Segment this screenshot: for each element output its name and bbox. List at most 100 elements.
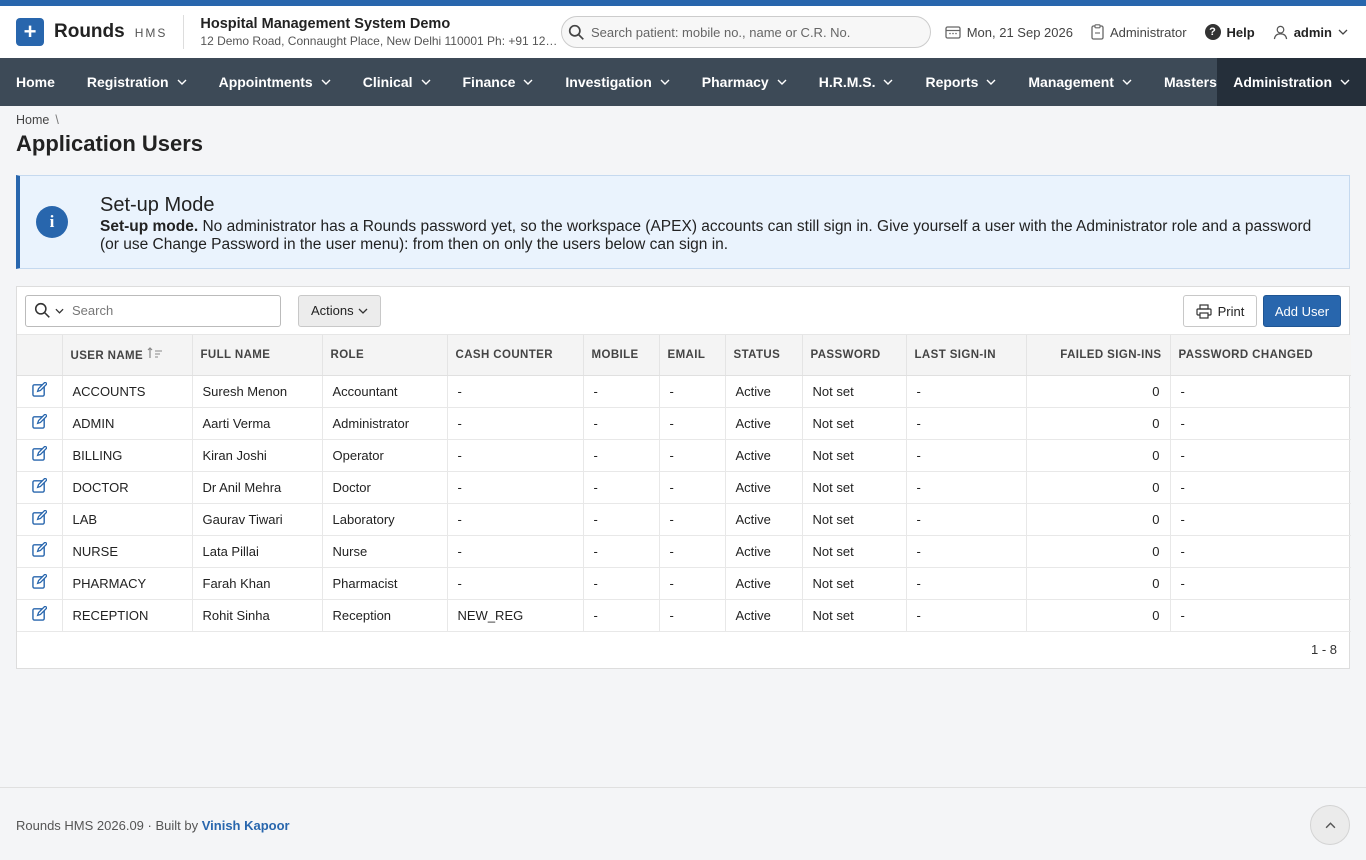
header-divider (183, 15, 185, 49)
cell-cash-counter: NEW_REG (447, 599, 584, 632)
edit-cell[interactable] (17, 471, 63, 504)
cell-cash-counter: - (447, 375, 584, 408)
nav-investigation[interactable]: Investigation (549, 58, 685, 106)
nav-clinical[interactable]: Clinical (347, 58, 447, 106)
edit-icon[interactable] (31, 605, 48, 621)
col-role[interactable]: ROLE (322, 335, 448, 376)
edit-icon[interactable] (31, 509, 48, 525)
nav-reports[interactable]: Reports (909, 58, 1012, 106)
edit-icon[interactable] (31, 445, 48, 461)
edit-icon[interactable] (31, 541, 48, 557)
header-right: Mon, 21 Sep 2026 Administrator ? Help ad… (927, 6, 1348, 58)
col-full-name[interactable]: FULL NAME (192, 335, 323, 376)
nav-home[interactable]: Home (0, 58, 71, 106)
edit-cell[interactable] (17, 439, 63, 472)
col-last-sign-in[interactable]: LAST SIGN-IN (906, 335, 1027, 376)
nav-hrms[interactable]: H.R.M.S. (803, 58, 910, 106)
actions-button[interactable]: Actions (298, 294, 381, 327)
cell-mobile: - (583, 503, 660, 536)
cell-failed-sign-ins: 0 (1026, 599, 1171, 632)
edit-icon[interactable] (31, 477, 48, 493)
col-email[interactable]: EMAIL (659, 335, 726, 376)
cell-email: - (659, 567, 726, 600)
edit-icon[interactable] (31, 573, 48, 589)
cell-user-name: LAB (62, 503, 193, 536)
help-link[interactable]: ? Help (1204, 24, 1255, 40)
footer-text: Rounds HMS 2026.09 · Built by Vinish Kap… (16, 818, 290, 833)
cell-role: Reception (322, 599, 448, 632)
cell-failed-sign-ins: 0 (1026, 375, 1171, 408)
cell-failed-sign-ins: 0 (1026, 407, 1171, 440)
cell-password: Not set (802, 407, 907, 440)
nav-home-label: Home (16, 74, 55, 90)
scroll-to-top-button[interactable] (1310, 805, 1350, 845)
app-logo-icon[interactable]: + (16, 18, 44, 46)
breadcrumb: Home \ (0, 106, 1366, 127)
current-date: Mon, 21 Sep 2026 (966, 24, 1073, 40)
add-user-button[interactable]: Add User (1263, 295, 1341, 327)
edit-cell[interactable] (17, 567, 63, 600)
edit-icon[interactable] (31, 381, 48, 397)
print-label: Print (1217, 303, 1245, 319)
sort-ascending-icon[interactable] (147, 347, 163, 359)
col-cash-counter[interactable]: CASH COUNTER (447, 335, 584, 376)
edit-cell[interactable] (17, 503, 63, 536)
col-status[interactable]: STATUS (725, 335, 803, 376)
cell-password-changed: - (1170, 375, 1351, 408)
alert-body: No administrator has a Rounds password y… (100, 218, 1312, 253)
brand-name[interactable]: Rounds (54, 21, 125, 43)
col-user-name-label: USER NAME (70, 350, 144, 363)
nav-registration-label: Registration (86, 74, 169, 90)
cell-cash-counter: - (447, 535, 584, 568)
edit-cell[interactable] (17, 535, 63, 568)
edit-icon[interactable] (31, 413, 48, 429)
cell-password: Not set (802, 375, 907, 408)
footer-author-link[interactable]: Vinish Kapoor (202, 818, 290, 833)
print-button[interactable]: Print (1183, 295, 1257, 327)
cell-password: Not set (802, 567, 907, 600)
cell-email: - (659, 375, 726, 408)
chevron-down-icon[interactable] (55, 308, 64, 314)
col-failed-sign-ins[interactable]: FAILED SIGN-INS (1026, 335, 1171, 376)
edit-cell[interactable] (17, 599, 63, 632)
nav-finance[interactable]: Finance (447, 58, 550, 106)
nav-appointments-label: Appointments (218, 74, 313, 90)
cell-full-name: Dr Anil Mehra (192, 471, 323, 504)
nav-administration[interactable]: Administration (1217, 58, 1366, 106)
cell-email: - (659, 535, 726, 568)
edit-cell[interactable] (17, 375, 63, 408)
col-mobile[interactable]: MOBILE (583, 335, 660, 376)
cell-email: - (659, 439, 726, 472)
cell-last-sign-in: - (906, 567, 1027, 600)
printer-icon (1196, 303, 1212, 319)
patient-search-input[interactable] (591, 24, 911, 40)
cell-full-name: Lata Pillai (192, 535, 323, 568)
breadcrumb-separator: \ (55, 113, 59, 127)
edit-cell[interactable] (17, 407, 63, 440)
col-user-name[interactable]: USER NAME (62, 335, 193, 376)
chevron-down-icon (523, 79, 533, 85)
nav-masters-label: Masters (1163, 74, 1217, 90)
nav-appointments[interactable]: Appointments (203, 58, 347, 106)
page-title: Application Users (16, 131, 204, 156)
col-password-changed[interactable]: PASSWORD CHANGED (1170, 335, 1351, 376)
nav-pharmacy[interactable]: Pharmacy (686, 58, 803, 106)
cell-last-sign-in: - (906, 471, 1027, 504)
setup-mode-alert: i Set-up Mode Set-up mode. No administra… (16, 175, 1350, 269)
col-password[interactable]: PASSWORD (802, 335, 907, 376)
pagination: 1 - 8 (1310, 642, 1337, 657)
cell-password: Not set (802, 503, 907, 536)
nav-management[interactable]: Management (1012, 58, 1148, 106)
breadcrumb-home[interactable]: Home (16, 113, 49, 127)
report-search-input[interactable] (72, 303, 262, 318)
cell-last-sign-in: - (906, 375, 1027, 408)
search-icon[interactable] (34, 302, 51, 319)
table-row: PHARMACY Farah Khan Pharmacist - - - Active Not… (17, 567, 1351, 600)
patient-search[interactable] (561, 16, 931, 48)
report-search[interactable] (25, 294, 281, 327)
nav-registration[interactable]: Registration (71, 58, 203, 106)
user-menu[interactable]: admin (1273, 25, 1348, 40)
cell-user-name: PHARMACY (62, 567, 193, 600)
cell-password-changed: - (1170, 535, 1351, 568)
table-row: BILLING Kiran Joshi Operator - - - Active Not s… (17, 439, 1351, 472)
